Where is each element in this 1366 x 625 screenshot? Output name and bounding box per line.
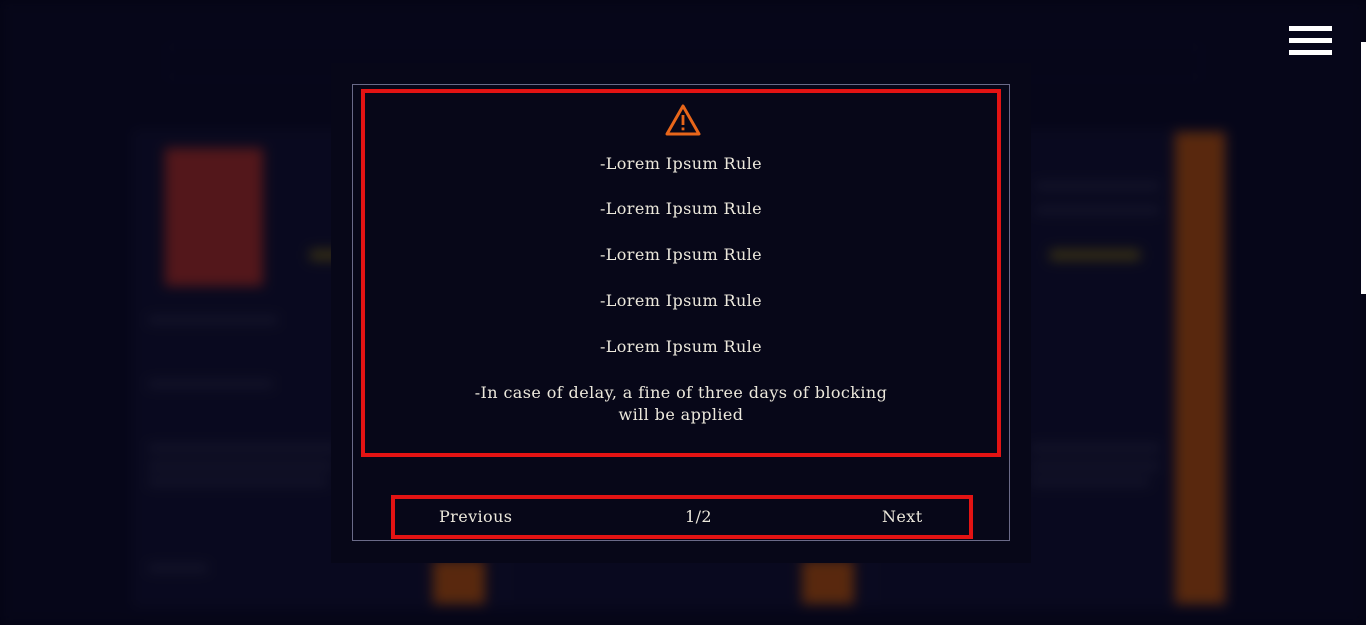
rule-item: -Lorem Ipsum Rule (599, 154, 763, 173)
hamburger-menu-icon[interactable] (1289, 26, 1333, 62)
page-indicator: 1/2 (685, 507, 712, 526)
right-edge-panel (1361, 42, 1366, 294)
modal-content: -Lorem Ipsum Rule -Lorem Ipsum Rule -Lor… (352, 84, 1010, 541)
rule-item: -Lorem Ipsum Rule (599, 291, 763, 310)
rule-item: -Lorem Ipsum Rule (599, 245, 763, 264)
warning-triangle-icon (665, 104, 701, 136)
next-button[interactable]: Next (882, 507, 923, 526)
pagination: Previous 1/2 Next (391, 495, 973, 539)
delay-rule: -In case of delay, a fine of three days … (474, 383, 888, 424)
rule-item: -Lorem Ipsum Rule (599, 199, 763, 218)
rules-modal: -Lorem Ipsum Rule -Lorem Ipsum Rule -Lor… (331, 63, 1031, 563)
previous-button[interactable]: Previous (439, 507, 512, 526)
rule-item: -Lorem Ipsum Rule (599, 337, 763, 356)
rules-list: -Lorem Ipsum Rule -Lorem Ipsum Rule -Lor… (361, 89, 1001, 457)
